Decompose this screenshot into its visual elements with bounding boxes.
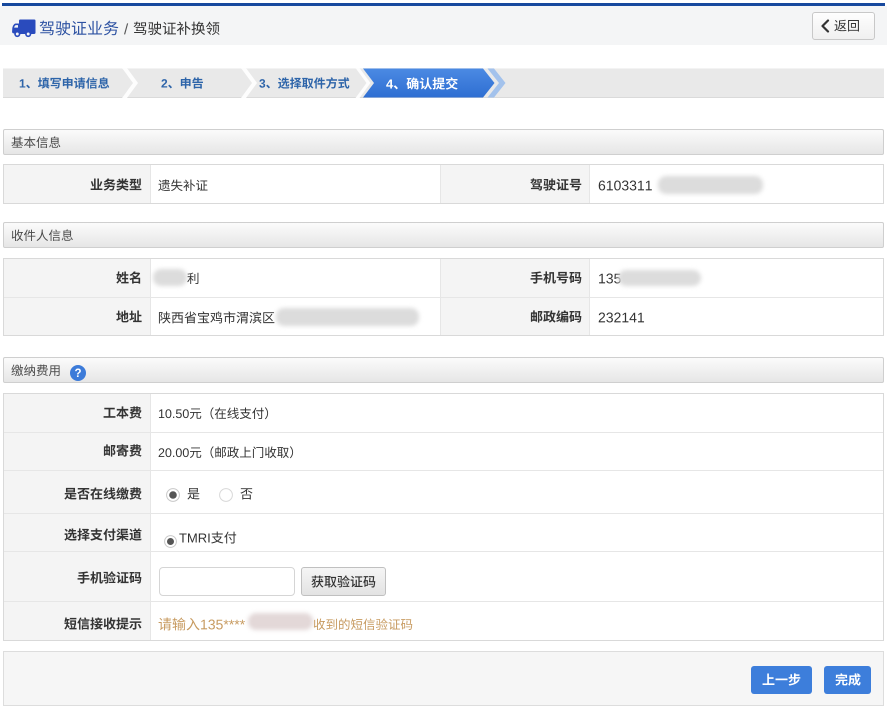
svg-text:?: ?	[74, 368, 81, 380]
